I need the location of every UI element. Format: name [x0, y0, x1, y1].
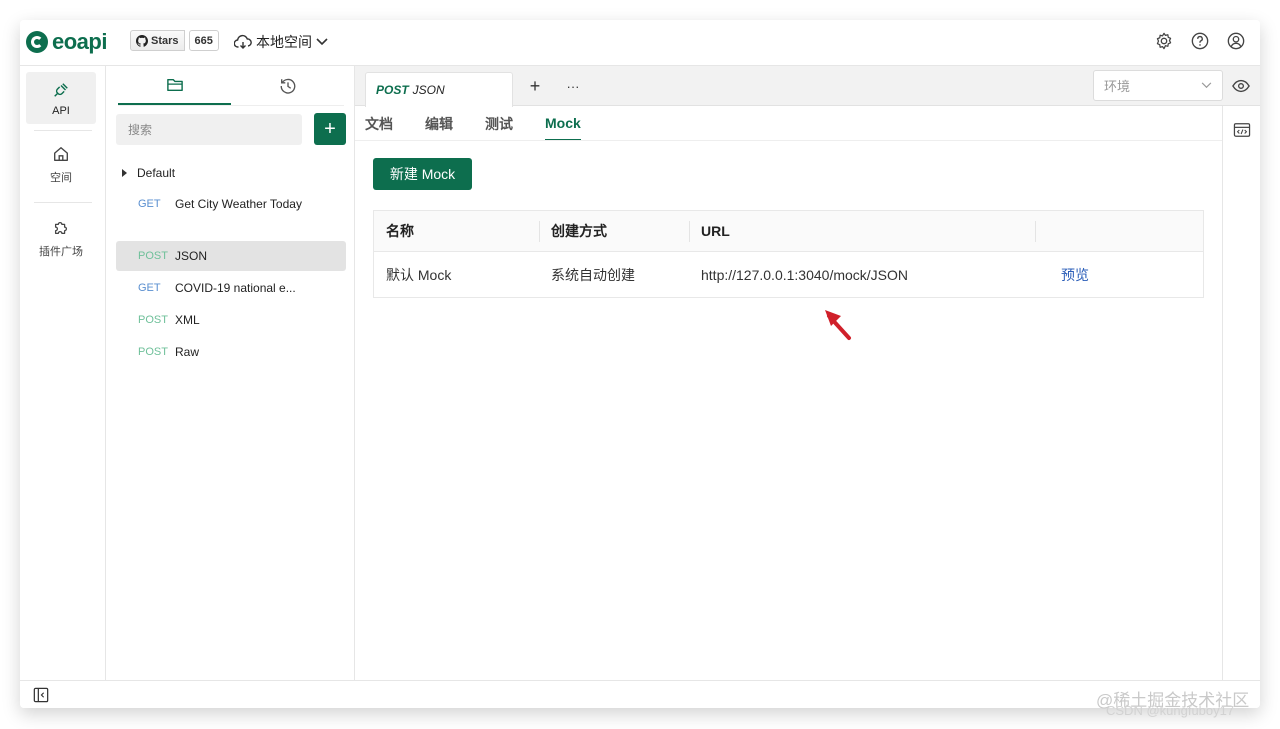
divider	[34, 202, 92, 203]
tab-test[interactable]: 测试	[485, 106, 513, 141]
table-row: 默认 Mock 系统自动创建 http://127.0.0.1:3040/moc…	[374, 252, 1203, 297]
api-subtabs: 文档 编辑 测试 Mock	[365, 106, 613, 141]
search-input[interactable]	[116, 114, 302, 145]
folder-icon	[166, 78, 183, 91]
api-name: Get City Weather Today	[175, 197, 302, 211]
stars-count[interactable]: 665	[188, 30, 219, 51]
sidebar-toggle-icon[interactable]	[32, 686, 50, 704]
divider	[355, 140, 1222, 141]
github-stars-badge[interactable]: Stars 665	[130, 30, 219, 51]
status-bar	[20, 680, 1260, 708]
workspace-label: 本地空间	[256, 34, 312, 50]
preview-link[interactable]: 预览	[1061, 265, 1089, 285]
workspace-selector[interactable]: 本地空间	[234, 31, 328, 53]
puzzle-icon	[52, 217, 70, 239]
rail-item-plugins[interactable]: 插件广场	[26, 212, 96, 264]
rail-label: API	[52, 105, 70, 117]
top-bar: eoapi Stars 665 本地空间	[20, 20, 1260, 66]
divider	[34, 130, 92, 131]
tab-edit[interactable]: 编辑	[425, 106, 453, 141]
new-mock-button[interactable]: 新建 Mock	[373, 158, 472, 190]
history-icon	[280, 78, 295, 94]
method-badge: GET	[138, 198, 161, 210]
settings-gear-icon[interactable]	[1154, 31, 1174, 51]
tab-mock[interactable]: Mock	[545, 106, 581, 141]
rail-item-api[interactable]: API	[26, 72, 96, 124]
github-stars-button[interactable]: Stars	[130, 30, 185, 51]
request-tab[interactable]: POST JSON	[365, 72, 513, 107]
home-icon	[52, 143, 70, 165]
environment-select[interactable]: 环境	[1093, 70, 1223, 101]
sidebar-tabs	[118, 66, 344, 106]
api-item[interactable]: POST Raw	[116, 337, 346, 367]
app-window: eoapi Stars 665 本地空间 API 空间 插件广场 搜索 + De…	[20, 20, 1260, 708]
column-header-created-by: 创建方式	[539, 211, 689, 251]
chevron-down-icon	[1201, 82, 1212, 89]
rail-item-space[interactable]: 空间	[26, 138, 96, 190]
logo[interactable]: eoapi	[26, 29, 107, 55]
logo-icon	[26, 31, 48, 53]
red-arrow-annotation-icon	[825, 310, 851, 340]
tab-method: POST	[376, 83, 409, 97]
api-item[interactable]: POST XML	[116, 305, 346, 335]
help-question-icon[interactable]	[1190, 31, 1210, 51]
left-rail: API 空间 插件广场	[20, 66, 106, 680]
method-badge: POST	[138, 346, 168, 358]
user-account-icon[interactable]	[1226, 31, 1246, 51]
api-name: COVID-19 national e...	[175, 281, 296, 295]
request-tab-bar: POST JSON + ··· 环境	[355, 66, 1260, 107]
add-tab-button[interactable]: +	[527, 76, 543, 96]
api-item[interactable]: GET COVID-19 national e...	[116, 273, 346, 303]
mock-actions-cell: 预览	[1035, 252, 1203, 297]
tab-history[interactable]	[231, 66, 344, 105]
tab-api-tree[interactable]	[118, 66, 231, 105]
mock-url-cell[interactable]: http://127.0.0.1:3040/mock/JSON	[689, 252, 1035, 297]
main-panel: POST JSON + ··· 环境 文档 编辑 测试 Mock 新建 Mock…	[355, 66, 1260, 680]
api-name: Raw	[175, 345, 200, 359]
cloud-icon	[234, 34, 252, 49]
chevron-down-icon	[316, 38, 328, 46]
environment-view-eye-icon[interactable]	[1231, 76, 1251, 96]
mock-table: 名称 创建方式 URL 默认 Mock 系统自动创建 http://127.0.…	[373, 210, 1204, 298]
group-default[interactable]: Default	[122, 164, 175, 182]
right-rail	[1222, 106, 1260, 680]
tab-title: JSON	[412, 83, 445, 97]
top-actions	[1154, 31, 1246, 51]
plug-icon	[52, 79, 70, 101]
column-header-url: URL	[689, 211, 1035, 251]
mock-name-cell: 默认 Mock	[386, 266, 452, 283]
rail-label: 插件广场	[39, 246, 83, 258]
tab-doc[interactable]: 文档	[365, 106, 393, 141]
stars-label: Stars	[151, 34, 179, 47]
table-header: 名称 创建方式 URL	[374, 211, 1203, 252]
method-badge: POST	[138, 250, 168, 262]
github-icon	[136, 34, 148, 47]
mock-created-by-cell: 系统自动创建	[551, 266, 635, 283]
api-name: JSON	[175, 249, 208, 263]
group-label: Default	[137, 166, 176, 180]
column-header-name: 名称	[386, 223, 414, 239]
rail-label: 空间	[50, 172, 72, 184]
watermark-text-secondary: CSDN @kungfuboy17	[1106, 703, 1235, 718]
brand-name: eoapi	[52, 29, 107, 54]
column-header-actions	[1035, 211, 1203, 251]
api-name: XML	[175, 313, 200, 327]
api-item[interactable]: GET Get City Weather Today	[116, 189, 346, 219]
api-sidebar: + Default GET Get City Weather Today POS…	[106, 66, 355, 680]
more-tabs-button[interactable]: ···	[565, 76, 581, 96]
environment-placeholder: 环境	[1104, 79, 1131, 94]
caret-right-icon	[122, 169, 127, 177]
add-api-button[interactable]: +	[314, 113, 346, 145]
code-panel-icon[interactable]	[1232, 120, 1252, 140]
api-item-selected[interactable]: POST JSON	[116, 241, 346, 271]
method-badge: POST	[138, 314, 168, 326]
method-badge: GET	[138, 282, 161, 294]
